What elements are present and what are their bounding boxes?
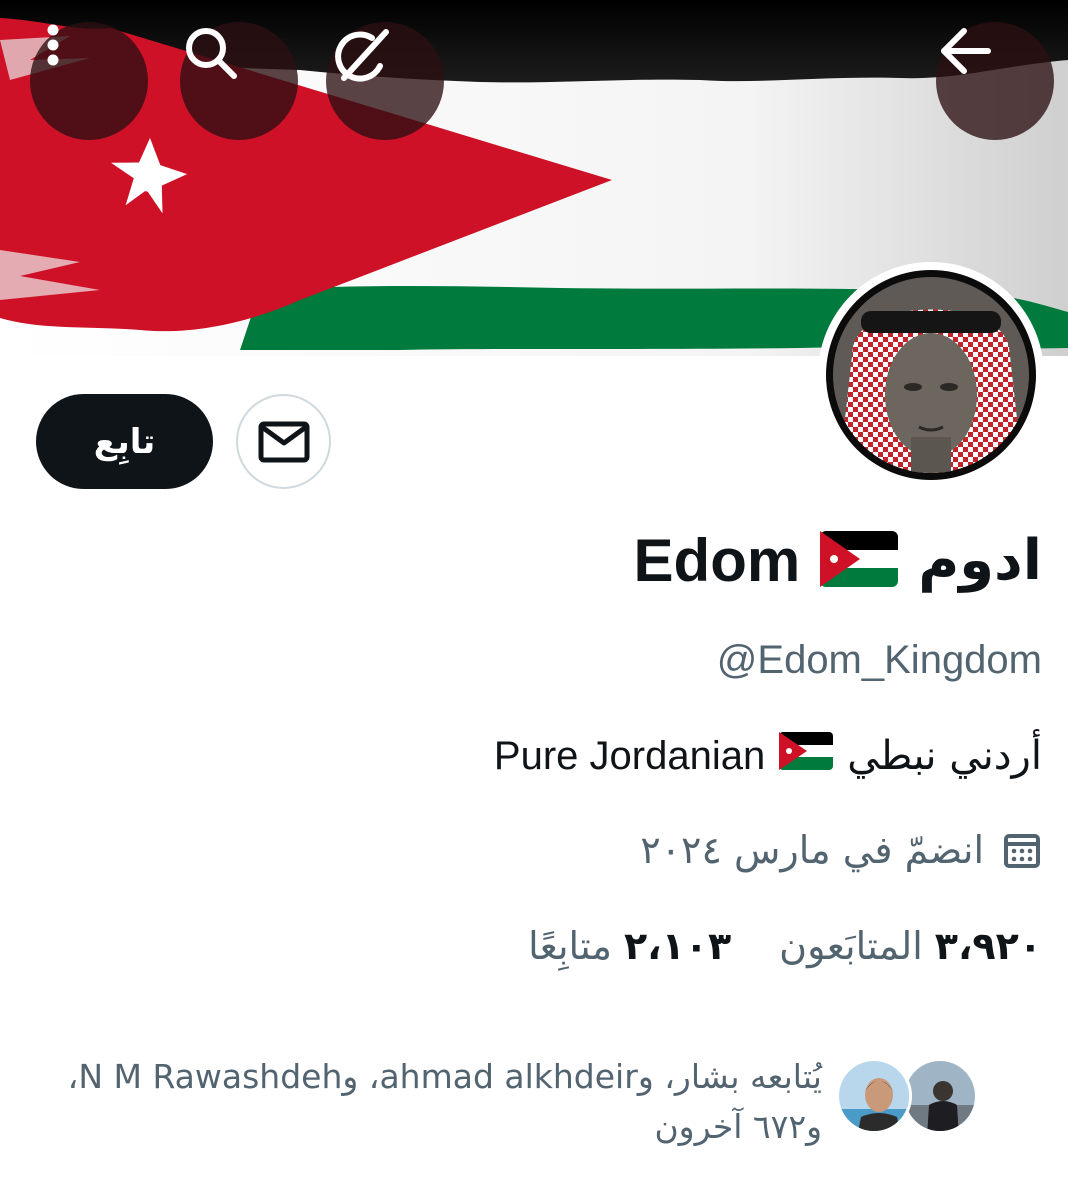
arrow-left-icon [941,28,991,74]
more-vertical-icon [47,24,59,66]
jordan-flag-icon [820,530,899,591]
following-link[interactable]: ٢،١٠٣ متابِعًا [528,924,731,968]
username-handle: @Edom_Kingdom [716,638,1042,682]
grok-icon [335,29,389,82]
follow-button[interactable]: تابِع [36,394,213,489]
follower-avatar [902,1058,978,1134]
avatar-ring [826,270,1036,480]
followed-by-avatars[interactable] [836,1058,980,1134]
display-name-latin: Edom [633,527,801,594]
followers-label: المتابَعون [779,924,923,968]
followers-count: ٣،٩٢٠ [934,924,1042,968]
avatar-image [833,277,1029,473]
followers-link[interactable]: ٣،٩٢٠ المتابَعون [779,924,1042,968]
join-date-text: انضمّ في مارس ٢٠٢٤ [640,828,984,872]
search-icon [186,28,237,79]
message-button[interactable] [236,394,331,489]
followed-by-text[interactable]: يُتابعه بشار، وahmad alkhdeir، وN M Rawa… [22,1052,822,1152]
following-count: ٢،١٠٣ [623,924,732,968]
more-button[interactable] [30,22,148,140]
following-label: متابِعًا [528,924,612,968]
display-name-arabic: ادوم [918,528,1042,593]
join-date: انضمّ في مارس ٢٠٢٤ [640,828,1042,872]
calendar-icon [1004,834,1040,868]
mail-icon [258,421,309,462]
search-button[interactable] [180,22,298,140]
bio-latin: Pure Jordanian [493,733,766,778]
grok-button[interactable] [326,22,444,140]
follower-avatar [836,1058,912,1134]
jordan-flag-icon [779,732,834,780]
bio-arabic: أردني نبطي [847,733,1042,779]
profile-avatar[interactable] [818,262,1044,488]
profile-bio: أردني نبطي Pure Jordanian [494,732,1042,780]
follow-stats: ٣،٩٢٠ المتابَعون ٢،١٠٣ متابِعًا [528,924,1042,968]
display-name: ادوم Edom [634,526,1042,595]
back-button[interactable] [936,22,1054,140]
